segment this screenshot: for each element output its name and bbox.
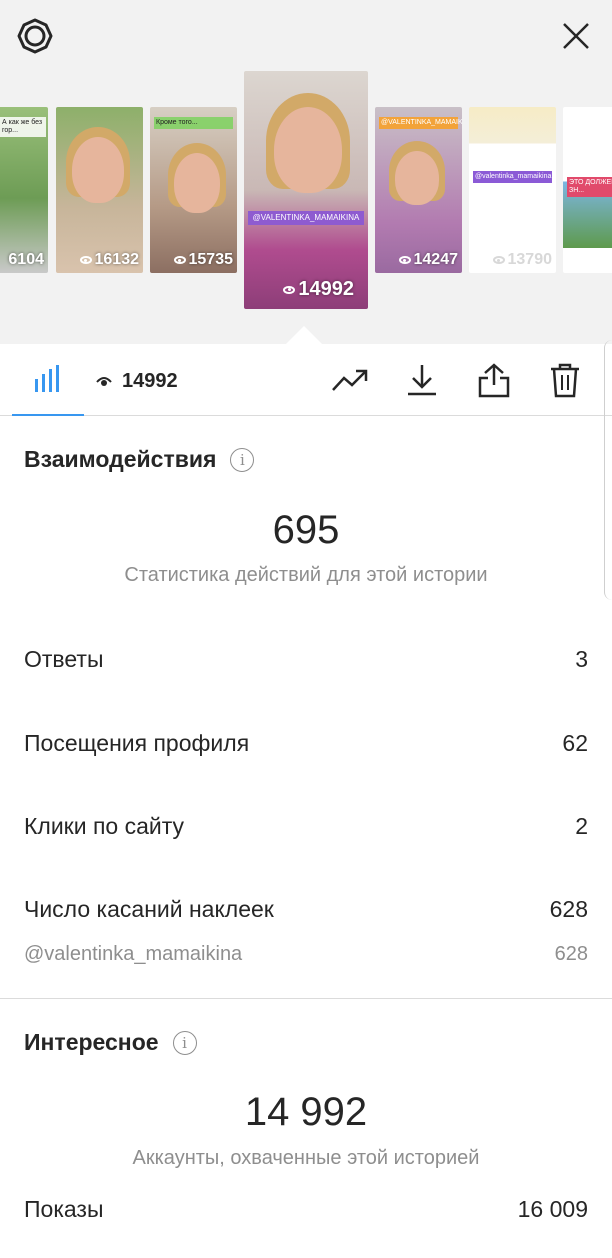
- story-thumbnail[interactable]: @valentinka_mamaikina 13790: [469, 107, 556, 273]
- story-thumbnail[interactable]: Кроме того... 15735: [150, 107, 237, 273]
- section-divider: [0, 998, 612, 999]
- thumbnail-image: [395, 151, 439, 205]
- eye-icon: [283, 285, 296, 294]
- stat-label: @valentinka_mamaikina: [24, 943, 243, 965]
- stat-label: Число касаний наклеек: [24, 896, 274, 922]
- section-title: Интересное: [24, 1029, 159, 1055]
- scroll-indicator: [604, 340, 612, 600]
- thumbnail-image: [174, 153, 220, 213]
- download-button[interactable]: [402, 360, 442, 400]
- eye-icon: [96, 377, 112, 386]
- thumbnail-image: [274, 107, 342, 193]
- stat-label: Показы: [24, 1196, 104, 1222]
- info-icon[interactable]: i: [230, 447, 255, 472]
- stat-value: 16 009: [517, 1196, 588, 1222]
- settings-icon: [17, 18, 53, 54]
- eye-icon: [79, 256, 92, 264]
- story-thumbnail[interactable]: А как же без гор... 6104: [0, 107, 48, 273]
- discovery-header: Интересное i: [24, 1029, 197, 1056]
- settings-button[interactable]: [13, 14, 57, 58]
- stat-value: 3: [575, 646, 588, 672]
- thumbnail-view-count: 13790: [492, 251, 552, 269]
- discovery-subtitle: Аккаунты, охваченные этой историей: [132, 1147, 480, 1169]
- info-icon[interactable]: i: [172, 1030, 197, 1055]
- tab-insights[interactable]: [12, 344, 84, 416]
- interactions-total: 695: [272, 508, 340, 552]
- bar-chart-icon: [35, 365, 59, 392]
- thumbnail-caption: @VALENTINKA_MAMAIKINA: [379, 117, 462, 129]
- share-icon: [478, 363, 510, 398]
- thumbnail-view-count: 14247: [398, 251, 458, 269]
- stat-row-impressions: Показы 16 009: [24, 1196, 588, 1223]
- stat-value: 2: [575, 813, 588, 839]
- close-button[interactable]: [554, 14, 598, 58]
- story-gallery-area: А как же без гор... 6104 16132 Кроме тог…: [0, 0, 612, 344]
- stat-row-profile-visits: Посещения профиля 62: [24, 730, 588, 757]
- thumbnail-view-count: 15735: [173, 251, 233, 269]
- thumbnail-caption: Кроме того...: [154, 117, 233, 129]
- stat-value: 628: [549, 896, 588, 922]
- thumbnail-view-count: 14992: [283, 278, 354, 301]
- trend-button[interactable]: [330, 360, 370, 400]
- trend-icon: [332, 369, 368, 391]
- stat-row-website-clicks: Клики по сайту 2: [24, 813, 588, 840]
- stat-value: 62: [562, 730, 588, 756]
- thumbnail-view-count: 6104: [8, 251, 44, 268]
- stat-row-sticker-taps: Число касаний наклеек 628: [24, 896, 588, 923]
- stat-row-mention-sticker: @valentinka_mamaikina 628: [24, 943, 588, 966]
- thumbnail-caption: А как же без гор...: [0, 117, 46, 137]
- view-count-value: 14992: [122, 369, 178, 392]
- thumbnail-view-count: 16132: [79, 251, 139, 269]
- selected-story-pointer: [286, 326, 322, 344]
- eye-icon: [398, 256, 411, 264]
- eye-icon: [492, 256, 505, 264]
- interactions-subtitle: Статистика действий для этой истории: [124, 564, 488, 586]
- eye-icon: [173, 256, 186, 264]
- thumbnail-image: [72, 137, 124, 203]
- story-thumbnail-selected[interactable]: @VALENTINKA_MAMAIKINA 14992: [244, 71, 368, 309]
- insights-toolbar: 14992: [0, 344, 612, 416]
- story-thumbnail[interactable]: 16132: [56, 107, 143, 273]
- trash-icon: [551, 363, 579, 398]
- thumbnail-caption: @VALENTINKA_MAMAIKINA: [248, 211, 364, 225]
- stat-label: Клики по сайту: [24, 813, 185, 839]
- delete-button[interactable]: [545, 360, 585, 400]
- download-icon: [408, 365, 436, 396]
- share-button[interactable]: [474, 360, 514, 400]
- section-title: Взаимодействия: [24, 446, 217, 472]
- stat-value: 628: [554, 943, 588, 965]
- close-icon: [563, 23, 589, 49]
- story-thumbnail[interactable]: @VALENTINKA_MAMAIKINA 14247: [375, 107, 462, 273]
- interactions-header: Взаимодействия i: [24, 446, 255, 473]
- story-thumbnail[interactable]: ЭТО ДОЛЖЕН ЗН...: [563, 107, 612, 273]
- stat-label: Ответы: [24, 646, 104, 672]
- thumbnail-caption: @valentinka_mamaikina: [473, 171, 552, 183]
- view-count: 14992: [96, 368, 178, 394]
- stat-row-replies: Ответы 3: [24, 646, 588, 673]
- thumbnail-caption: ЭТО ДОЛЖЕН ЗН...: [567, 177, 612, 197]
- stat-label: Посещения профиля: [24, 730, 250, 756]
- story-thumbnail-strip[interactable]: А как же без гор... 6104 16132 Кроме тог…: [0, 0, 612, 344]
- discovery-total: 14 992: [244, 1090, 368, 1134]
